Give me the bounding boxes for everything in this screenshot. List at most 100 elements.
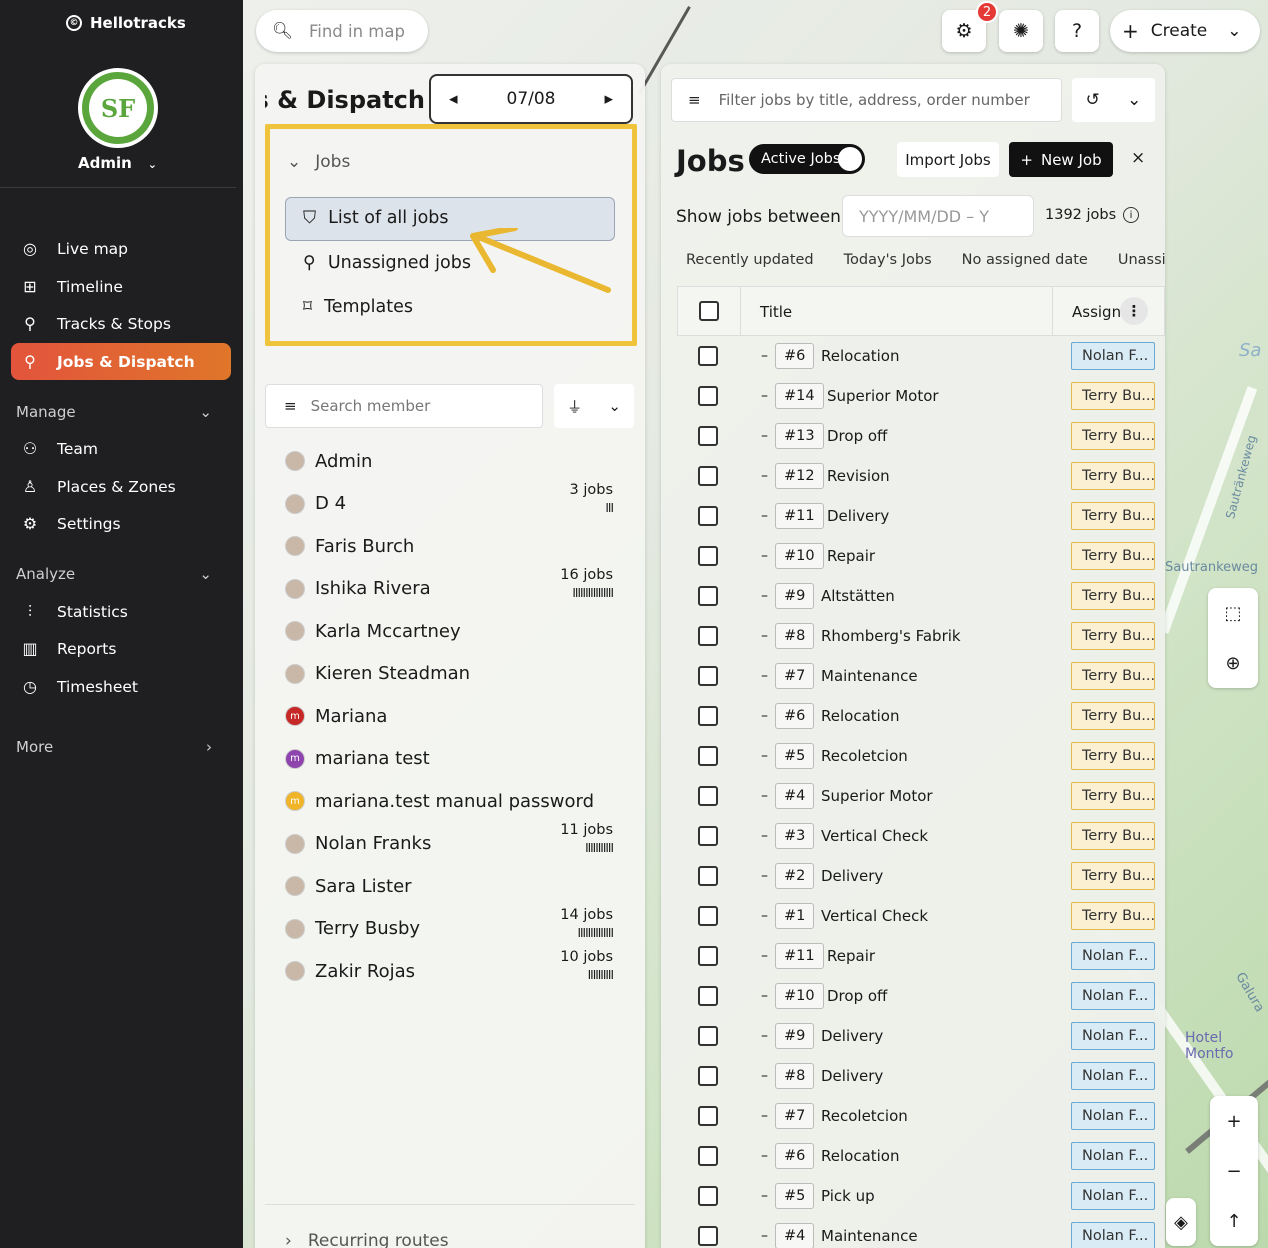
zoom-out-icon[interactable]: − <box>1226 1161 1241 1182</box>
job-title[interactable]: Delivery <box>827 507 889 525</box>
nav-places-zones[interactable]: ♙ Places & Zones <box>11 468 231 505</box>
settings-button[interactable]: ⚙ 2 <box>942 1 998 52</box>
job-title[interactable]: Recoletcion <box>821 747 908 765</box>
job-title[interactable]: Relocation <box>821 1147 900 1165</box>
job-title[interactable]: Recoletcion <box>821 1107 908 1125</box>
member-item[interactable]: Nolan Franks 11 jobs IIIIIIIIIII <box>285 822 615 861</box>
member-item[interactable]: m Mariana <box>285 699 615 733</box>
assignee-chip[interactable]: Terry Bu... <box>1071 382 1155 410</box>
assignee-chip[interactable]: Nolan F... <box>1071 1222 1155 1248</box>
column-title[interactable]: Title <box>760 303 792 321</box>
member-item[interactable]: m mariana test <box>285 742 615 776</box>
job-title[interactable]: Maintenance <box>821 1227 918 1245</box>
table-row[interactable]: – #6 Relocation Terry Bu... <box>677 696 1165 736</box>
section-manage[interactable]: Manage ⌄ <box>16 403 212 421</box>
tab-recently-updated[interactable]: Recently updated <box>686 252 814 268</box>
nav-reports[interactable]: ▥ Reports <box>11 630 231 667</box>
member-item[interactable]: Admin <box>285 444 615 478</box>
table-row[interactable]: – #5 Recoletcion Terry Bu... <box>677 736 1165 776</box>
member-item[interactable]: D 4 3 jobs III <box>285 482 615 521</box>
table-row[interactable]: – #2 Delivery Terry Bu... <box>677 856 1165 896</box>
assignee-chip[interactable]: Terry Bu... <box>1071 822 1155 850</box>
row-checkbox[interactable] <box>698 986 718 1006</box>
table-row[interactable]: – #14 Superior Motor Terry Bu... <box>677 376 1165 416</box>
table-row[interactable]: – #10 Repair Terry Bu... <box>677 536 1165 576</box>
table-row[interactable]: – #12 Revision Terry Bu... <box>677 456 1165 496</box>
row-checkbox[interactable] <box>698 1186 718 1206</box>
date-range-input[interactable]: YYYY/MM/DD – Y <box>842 195 1034 237</box>
row-checkbox[interactable] <box>698 746 718 766</box>
assignee-chip[interactable]: Terry Bu... <box>1071 862 1155 890</box>
job-title[interactable]: Superior Motor <box>821 787 933 805</box>
row-checkbox[interactable] <box>698 1106 718 1126</box>
date-selector[interactable]: ◂ 07/08 ▸ <box>429 74 633 124</box>
brand[interactable]: © Hellotracks <box>66 14 186 32</box>
job-title[interactable]: Repair <box>827 947 875 965</box>
member-item[interactable]: Terry Busby 14 jobs IIIIIIIIIIIIII <box>285 907 615 946</box>
table-row[interactable]: – #6 Relocation Nolan F... <box>677 336 1165 376</box>
job-filter-input[interactable]: ≡ Filter jobs by title, address, order nu… <box>671 78 1062 122</box>
assignee-chip[interactable]: Nolan F... <box>1071 1022 1155 1050</box>
select-area-icon[interactable]: ⬚ <box>1224 603 1241 624</box>
row-checkbox[interactable] <box>698 826 718 846</box>
table-row[interactable]: – #7 Maintenance Terry Bu... <box>677 656 1165 696</box>
company-avatar[interactable]: SF <box>78 68 158 148</box>
nav-tracks-stops[interactable]: ⚲ Tracks & Stops <box>11 305 231 342</box>
row-checkbox[interactable] <box>698 506 718 526</box>
new-job-button[interactable]: + New Job <box>1009 142 1113 177</box>
job-title[interactable]: Relocation <box>821 347 900 365</box>
assignee-chip[interactable]: Terry Bu... <box>1071 782 1155 810</box>
assignee-chip[interactable]: Nolan F... <box>1071 342 1155 370</box>
menu-unassigned-jobs[interactable]: ⚲ Unassigned jobs <box>303 253 471 273</box>
job-title[interactable]: Repair <box>827 547 875 565</box>
section-more[interactable]: More › <box>16 738 212 756</box>
more-vert-icon[interactable]: ⋮ <box>1120 297 1148 325</box>
row-checkbox[interactable] <box>698 586 718 606</box>
row-checkbox[interactable] <box>698 706 718 726</box>
member-item[interactable]: Zakir Rojas 10 jobs IIIIIIIIII <box>285 949 615 988</box>
table-row[interactable]: – #11 Repair Nolan F... <box>677 936 1165 976</box>
row-checkbox[interactable] <box>698 426 718 446</box>
row-checkbox[interactable] <box>698 1226 718 1246</box>
job-title[interactable]: Rhomberg's Fabrik <box>821 627 961 645</box>
assignee-chip[interactable]: Nolan F... <box>1071 982 1155 1010</box>
column-assign[interactable]: Assign <box>1072 303 1121 321</box>
row-checkbox[interactable] <box>698 786 718 806</box>
assignee-chip[interactable]: Terry Bu... <box>1071 462 1155 490</box>
table-row[interactable]: – #7 Recoletcion Nolan F... <box>677 1096 1165 1136</box>
table-row[interactable]: – #10 Drop off Nolan F... <box>677 976 1165 1016</box>
assignee-chip[interactable]: Terry Bu... <box>1071 902 1155 930</box>
row-checkbox[interactable] <box>698 626 718 646</box>
north-arrow-icon[interactable]: ↑ <box>1226 1211 1241 1232</box>
row-checkbox[interactable] <box>698 386 718 406</box>
assignee-chip[interactable]: Terry Bu... <box>1071 622 1155 650</box>
job-title[interactable]: Delivery <box>821 867 883 885</box>
job-title[interactable]: Vertical Check <box>821 907 928 925</box>
row-checkbox[interactable] <box>698 1146 718 1166</box>
layers-button[interactable]: ◈ <box>1166 1198 1196 1246</box>
assignee-chip[interactable]: Terry Bu... <box>1071 582 1155 610</box>
row-checkbox[interactable] <box>698 1026 718 1046</box>
job-title[interactable]: Altstätten <box>821 587 895 605</box>
zoom-in-icon[interactable]: + <box>1226 1111 1241 1132</box>
job-title[interactable]: Delivery <box>821 1027 883 1045</box>
table-row[interactable]: – #9 Altstätten Terry Bu... <box>677 576 1165 616</box>
help-button[interactable]: ? <box>1055 10 1099 52</box>
member-item[interactable]: Ishika Rivera 16 jobs IIIIIIIIIIIIIIII <box>285 567 615 606</box>
assignee-chip[interactable]: Nolan F... <box>1071 1142 1155 1170</box>
table-row[interactable]: – #1 Vertical Check Terry Bu... <box>677 896 1165 936</box>
job-title[interactable]: Delivery <box>821 1067 883 1085</box>
jobs-section-toggle[interactable]: ⌄ Jobs <box>287 152 350 172</box>
table-row[interactable]: – #6 Relocation Nolan F... <box>677 1136 1165 1176</box>
row-checkbox[interactable] <box>698 946 718 966</box>
assignee-chip[interactable]: Nolan F... <box>1071 1062 1155 1090</box>
row-checkbox[interactable] <box>698 906 718 926</box>
table-row[interactable]: – #11 Delivery Terry Bu... <box>677 496 1165 536</box>
info-icon[interactable]: i <box>1123 207 1139 223</box>
section-analyze[interactable]: Analyze ⌄ <box>16 565 212 583</box>
history-button[interactable]: ↺ ⌄ <box>1072 78 1155 122</box>
assignee-chip[interactable]: Terry Bu... <box>1071 662 1155 690</box>
member-item[interactable]: Karla Mccartney <box>285 614 615 648</box>
member-item[interactable]: m mariana.test manual password <box>285 784 615 818</box>
row-checkbox[interactable] <box>698 866 718 886</box>
